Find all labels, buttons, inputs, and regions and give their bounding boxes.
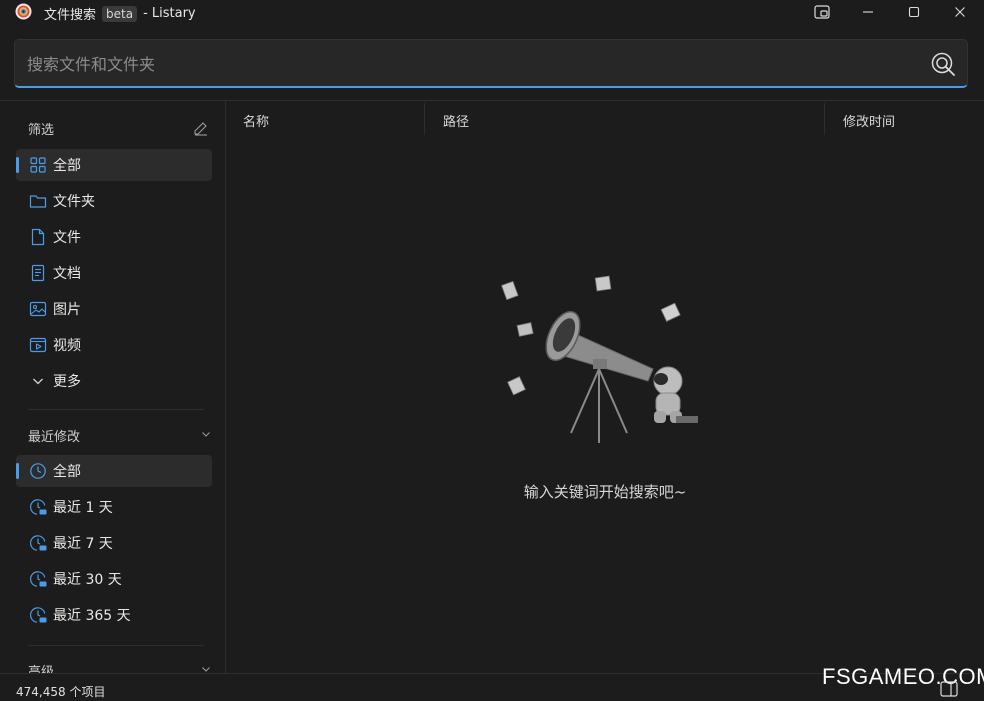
advanced-section-title: 高级 [28, 665, 55, 673]
watermark: FSGAMEO.COM [822, 664, 984, 689]
edit-icon[interactable] [193, 121, 208, 136]
close-icon [955, 7, 965, 17]
picture-in-picture-icon [814, 5, 830, 19]
window-title-text: 文件搜索 [44, 8, 97, 23]
results-pane: 名称 路径 修改时间 输入关键词开始搜索吧~ [226, 101, 984, 673]
sidebar-separator [28, 409, 204, 410]
clock-1m-icon [29, 571, 47, 587]
recent-7-days[interactable]: 最近 7 天 [16, 527, 212, 559]
maximize-icon [908, 6, 920, 18]
column-divider[interactable] [424, 103, 425, 135]
recent-all-label: 全部 [53, 464, 81, 480]
advanced-collapse-icon[interactable] [200, 663, 212, 673]
folder-icon [29, 195, 47, 208]
search-bar [14, 39, 968, 88]
maximize-button[interactable] [891, 0, 937, 24]
filter-video[interactable]: 视频 [16, 329, 212, 361]
recent-7-days-label: 最近 7 天 [53, 536, 113, 552]
image-icon [29, 301, 47, 317]
sidebar-separator [28, 645, 204, 646]
filter-folder[interactable]: 文件夹 [16, 185, 212, 217]
recent-365-days-label: 最近 365 天 [53, 608, 131, 624]
column-header-name[interactable]: 名称 [243, 111, 269, 130]
sidebar: 筛选 全部 文件夹 文件 文档 图片 视频 更多 最近修改 全部 最近 1 天 … [0, 101, 225, 673]
filter-document[interactable]: 文档 [16, 257, 212, 289]
app-name: - Listary [143, 6, 196, 21]
filter-file-label: 文件 [53, 230, 81, 246]
chevron-down-icon [33, 378, 43, 385]
document-icon [31, 264, 45, 282]
telescope-astronaut-illustration [501, 275, 698, 443]
minimize-icon [863, 11, 873, 13]
column-header-path[interactable]: 路径 [443, 111, 469, 130]
recent-365-days[interactable]: 最近 365 天 [16, 599, 212, 631]
file-icon [31, 228, 45, 246]
minimize-button[interactable] [845, 0, 891, 24]
clock-icon [30, 463, 46, 479]
clock-7d-icon [29, 535, 47, 551]
empty-state-message: 输入关键词开始搜索吧~ [523, 483, 687, 501]
filter-more-label: 更多 [53, 374, 81, 390]
listary-logo-icon [15, 3, 32, 20]
video-icon [29, 337, 47, 353]
compact-mode-button[interactable] [799, 0, 845, 24]
beta-badge: beta [102, 5, 138, 22]
recent-section-title: 最近修改 [28, 430, 81, 445]
recent-1-day[interactable]: 最近 1 天 [16, 491, 212, 523]
search-options-icon[interactable] [930, 51, 956, 77]
column-divider[interactable] [824, 103, 825, 135]
search-input[interactable] [27, 52, 907, 76]
filter-all[interactable]: 全部 [16, 149, 212, 181]
recent-30-days[interactable]: 最近 30 天 [16, 563, 212, 595]
filter-video-label: 视频 [53, 338, 81, 354]
filter-file[interactable]: 文件 [16, 221, 212, 253]
recent-30-days-label: 最近 30 天 [53, 572, 122, 588]
filter-all-label: 全部 [53, 158, 81, 174]
clock-1y-icon [29, 607, 47, 623]
window-title: 文件搜索 beta - Listary [44, 4, 196, 23]
item-count: 474,458 个项目 [16, 685, 106, 699]
filter-folder-label: 文件夹 [53, 194, 95, 210]
preview-panel-icon[interactable] [940, 681, 958, 697]
clock-1d-icon [29, 499, 47, 515]
recent-all[interactable]: 全部 [16, 455, 212, 487]
recent-1-day-label: 最近 1 天 [53, 500, 113, 516]
filter-section-title: 筛选 [28, 123, 55, 138]
grid-icon [30, 157, 46, 173]
column-header-modified[interactable]: 修改时间 [843, 111, 895, 130]
title-bar: 文件搜索 beta - Listary [0, 0, 984, 24]
filter-image[interactable]: 图片 [16, 293, 212, 325]
close-button[interactable] [937, 0, 983, 24]
filter-more[interactable]: 更多 [16, 365, 212, 397]
recent-collapse-icon[interactable] [200, 428, 212, 440]
filter-document-label: 文档 [53, 266, 81, 282]
filter-image-label: 图片 [53, 302, 81, 318]
